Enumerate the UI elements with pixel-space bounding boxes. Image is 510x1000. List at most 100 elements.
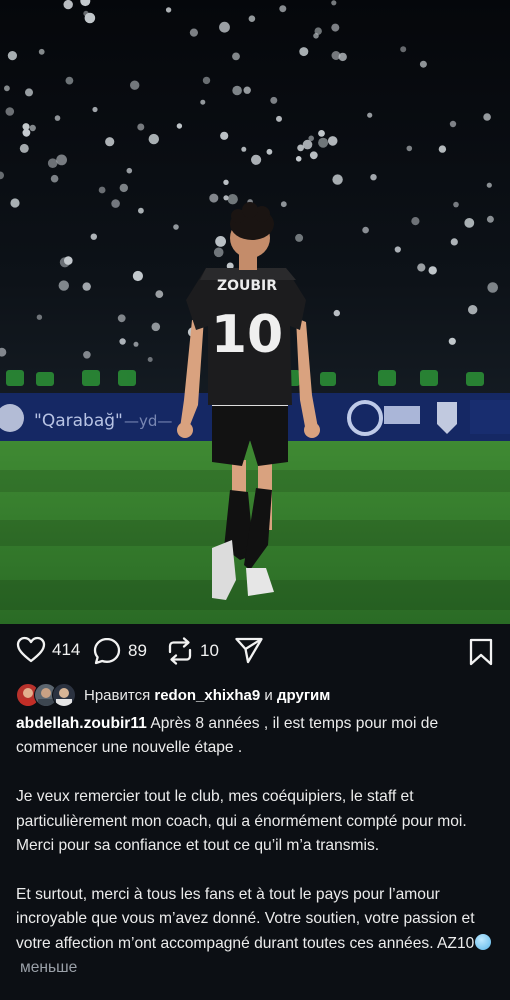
phone-light: [453, 201, 459, 208]
phone-light: [215, 236, 227, 247]
phone-light: [450, 238, 458, 246]
comment-count: 89: [128, 641, 147, 660]
phone-light: [438, 145, 447, 153]
phone-light: [83, 10, 89, 17]
caption-line: Et surtout, merci à tous les fans et à t…: [16, 885, 475, 952]
phone-light: [248, 15, 256, 22]
phone-light: [92, 106, 98, 113]
phone-light: [119, 338, 126, 345]
phone-light: [227, 194, 238, 205]
post-caption: abdellah.zoubir11 Après 8 années , il es…: [16, 712, 498, 980]
phone-light: [138, 207, 144, 214]
repost-button[interactable]: 10: [166, 636, 219, 666]
caption-paragraph: abdellah.zoubir11 Après 8 années , il es…: [16, 712, 498, 761]
jersey-number: 10: [211, 305, 283, 365]
liked-by-prefix: Нравится: [84, 686, 151, 704]
phone-light: [47, 158, 58, 168]
liked-by-username[interactable]: redon_xhixha9: [154, 687, 260, 704]
phone-light: [119, 183, 128, 193]
phone-light: [65, 76, 74, 85]
comment-bubble-icon: [93, 637, 121, 665]
phone-light: [299, 47, 309, 57]
save-button[interactable]: [468, 638, 494, 671]
phone-light: [243, 86, 251, 94]
phone-light: [111, 199, 120, 208]
phone-light: [56, 154, 67, 166]
phone-light: [223, 179, 229, 185]
phone-light: [400, 46, 407, 53]
phone-light: [155, 290, 164, 298]
caption-signature: AZ10: [437, 934, 475, 952]
phone-light: [29, 124, 36, 132]
phone-light: [318, 130, 325, 137]
repost-icon: [168, 637, 192, 665]
phone-light: [220, 131, 229, 140]
phone-light: [295, 233, 304, 242]
jersey-name: ZOUBIR: [217, 278, 277, 294]
repost-count: 10: [200, 641, 219, 660]
phone-light: [5, 107, 15, 116]
phone-light: [394, 246, 401, 253]
phone-light: [449, 120, 457, 128]
post-action-bar: 414 89 10: [0, 630, 510, 674]
phone-light: [309, 151, 318, 160]
phone-light: [318, 137, 329, 148]
phone-light: [148, 133, 159, 145]
phone-light: [411, 217, 420, 226]
svg-text:"Qarabağ": "Qarabağ": [34, 411, 123, 431]
phone-light: [137, 123, 145, 131]
phone-light: [38, 48, 45, 55]
phone-light: [483, 113, 491, 121]
phone-light: [367, 112, 373, 118]
phone-light: [10, 198, 20, 208]
share-button[interactable]: [234, 636, 264, 664]
phone-light: [266, 148, 273, 155]
liked-by-others[interactable]: другим: [277, 687, 330, 704]
phone-light: [173, 224, 179, 230]
liked-by-row[interactable]: Нравится redon_xhixha9 и другим: [16, 682, 330, 708]
phone-light: [19, 143, 29, 153]
stadium-photo: "Qarabağ" —yd— ZOUBIR 10: [0, 0, 510, 624]
phone-light: [295, 156, 302, 162]
phone-light: [331, 23, 340, 32]
phone-light: [327, 136, 338, 146]
caption-paragraph: Et surtout, merci à tous les fans et à t…: [16, 883, 498, 981]
phone-light: [486, 215, 494, 223]
phone-light: [202, 76, 211, 85]
phone-light: [362, 226, 369, 234]
phone-light: [126, 167, 133, 174]
liker-avatars[interactable]: [16, 683, 78, 707]
phone-light: [63, 0, 73, 10]
avatar[interactable]: [52, 683, 76, 707]
phone-light: [54, 115, 61, 121]
post-photo[interactable]: "Qarabağ" —yd— ZOUBIR 10: [0, 0, 510, 624]
heart-icon: [16, 636, 46, 663]
comment-button[interactable]: 89: [92, 636, 147, 666]
phone-light: [90, 233, 98, 240]
liked-by-text: Нравится redon_xhixha9 и другим: [84, 687, 330, 704]
phone-light: [464, 218, 475, 228]
phone-light: [117, 314, 126, 323]
phone-light: [105, 137, 115, 147]
phone-light: [7, 51, 18, 61]
like-button[interactable]: 414: [16, 636, 80, 664]
like-count: 414: [52, 640, 81, 659]
phone-light: [276, 115, 282, 122]
phone-light: [448, 337, 456, 345]
phone-light: [428, 266, 437, 275]
phone-light: [4, 85, 10, 92]
phone-light: [50, 174, 59, 183]
phone-light: [406, 145, 413, 152]
phone-light: [165, 7, 172, 13]
phone-light: [82, 282, 91, 291]
phone-light: [36, 314, 43, 320]
phone-light: [486, 182, 492, 188]
caption-username[interactable]: abdellah.zoubir11: [16, 715, 147, 732]
phone-light: [232, 85, 242, 96]
show-less-link[interactable]: меньше: [20, 959, 77, 976]
phone-light: [270, 96, 278, 104]
phone-light: [487, 282, 499, 293]
phone-light: [22, 123, 30, 131]
phone-light: [133, 341, 139, 347]
phone-light: [419, 60, 427, 68]
